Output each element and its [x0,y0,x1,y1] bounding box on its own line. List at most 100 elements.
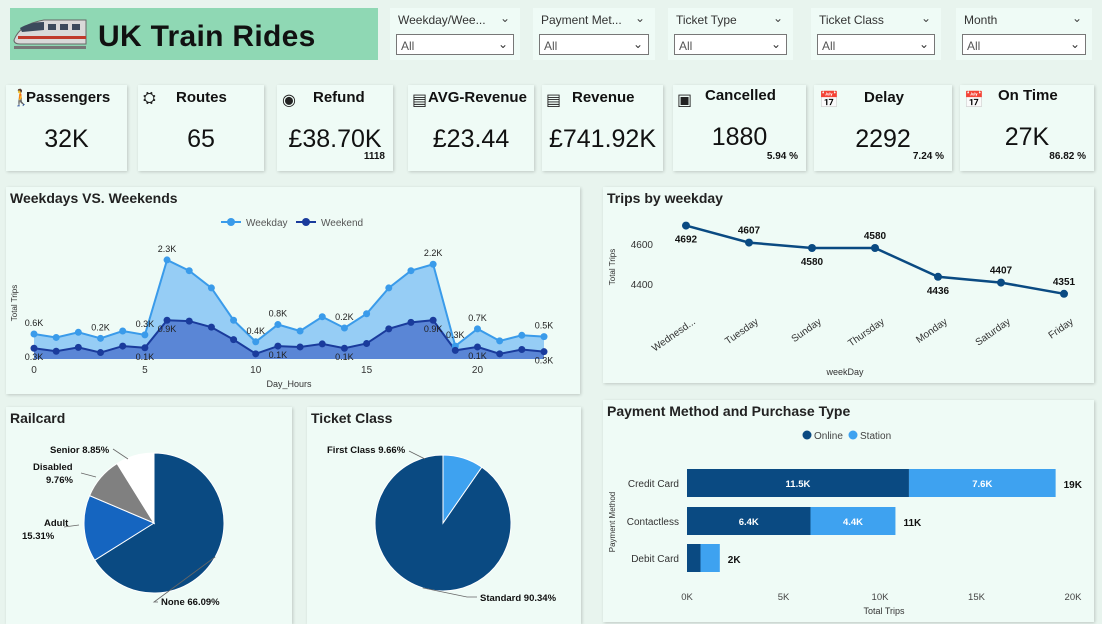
y-axis-title: Total Trips [10,285,19,321]
chevron-down-icon[interactable]: ⌄ [773,11,783,25]
dashboard-title: UK Train Rides [98,20,316,53]
data-label: 0.1K [468,351,487,361]
weekend-point [185,317,193,325]
weekday-point [385,284,393,292]
leader-line [80,472,97,478]
slicer-ticket-type[interactable]: Ticket Type ⌄ All ⌄ [668,8,793,60]
area-chart[interactable]: Weekday Weekend 0.6K 0.3K 0.2K 0.3K 0.1K 2.3K 0.… [6,187,580,394]
x-axis-title: Total Trips [863,606,905,616]
data-label: 0.9K [158,324,177,334]
weekday-point [473,325,481,333]
weekend-point [340,344,348,352]
slicer-dropdown[interactable]: All ⌄ [962,34,1086,55]
bar-station [700,544,720,572]
data-label: Senior 8.85% [50,445,110,456]
slicer-dropdown[interactable]: All ⌄ [817,34,935,55]
dropdown-arrow-icon: ⌄ [632,37,643,51]
ticket-class-pie-chart[interactable]: First Class 9.66% Standard 90.34% [307,407,581,624]
slicer-dropdown[interactable]: All ⌄ [539,34,649,55]
category-label: Contactless [627,517,679,528]
y-tick-label: 4400 [631,280,654,291]
weekday-point [207,284,215,292]
train-icon [13,19,87,49]
weekend-point [296,343,304,351]
x-tick-label: 10K [872,592,890,603]
trips-point [871,244,879,252]
weekday-point [185,267,193,275]
weekend-point [163,316,171,324]
chevron-down-icon[interactable]: ⌄ [635,11,645,25]
slicer-value: All [967,39,981,53]
kpi-label: Revenue [572,89,635,106]
slicer-dropdown[interactable]: All ⌄ [396,34,514,55]
weekend-point [252,350,260,358]
slicer-weekday-weekend[interactable]: Weekday/Wee... ⌄ All ⌄ [390,8,520,60]
data-label: 0.4K [246,326,265,336]
data-label: 4580 [801,257,824,268]
slicer-month[interactable]: Month ⌄ All ⌄ [956,8,1092,60]
kpi-avg-revenue: ▤ AVG-Revenue £23.44 [408,85,534,171]
x-axis-title: Day_Hours [266,379,312,389]
data-label: 0.3K [535,356,554,366]
dropdown-arrow-icon: ⌄ [770,37,781,51]
cancelled-icon: ▣ [677,92,693,109]
x-tick-label: Friday [1047,316,1076,341]
dropdown-arrow-icon: ⌄ [918,37,929,51]
weekend-point [363,339,371,347]
chevron-down-icon[interactable]: ⌄ [1072,11,1082,25]
data-label: First Class 9.66% [327,445,406,456]
x-tick-label: 20 [472,365,484,376]
kpi-value: £38.70K [288,125,382,153]
x-tick-label: Tuesday [723,316,760,347]
kpi-routes: ⛭ Routes 65 [138,85,264,171]
slicer-payment-method[interactable]: Payment Met... ⌄ All ⌄ [533,8,655,60]
data-label: 4.4K [843,517,863,528]
legend-station-label: Station [860,431,891,442]
slicer-label: Payment Met... [541,13,622,27]
weekday-point [296,327,304,335]
trips-point [997,278,1005,287]
y-axis-title: Total Trips [608,249,617,285]
revenue-icon: ▤ [546,92,562,109]
line-chart[interactable]: 4400 4600 Total Trips 4692 4607 4580 4580 4436 4… [603,187,1094,383]
data-label: Disabled [33,462,73,473]
routes-icon: ⛭ [143,90,156,107]
x-tick-label: Wednesd... [650,316,698,354]
x-tick-label: 5 [142,365,148,376]
weekday-weekend-chart-card: Weekdays VS. Weekends Weekday Weekend 0.6K… [6,187,580,394]
data-label: 0.7K [468,313,487,323]
trips-point [745,238,753,247]
kpi-value: 32K [44,125,89,153]
leader-line [408,450,426,460]
weekend-point [451,346,459,354]
weekend-point [52,347,60,355]
data-label: 0.2K [91,322,110,332]
data-label: 0.5K [535,321,554,331]
chevron-down-icon[interactable]: ⌄ [500,11,510,25]
slicer-dropdown[interactable]: All ⌄ [674,34,787,55]
data-label: 0.3K [446,330,465,340]
kpi-subvalue: 86.82 % [1049,151,1086,162]
data-label: 4607 [738,226,761,237]
data-label: 4692 [675,235,698,246]
slicer-value: All [679,39,693,53]
weekday-point [429,260,437,268]
railcard-pie-chart[interactable]: None 66.09% Adult 15.31% Disabled 9.76% Senio… [6,407,292,624]
weekend-point [97,349,105,357]
legend-station-marker [848,430,858,440]
title-banner: UK Train Rides [10,8,378,60]
slicer-ticket-class[interactable]: Ticket Class ⌄ All ⌄ [811,8,941,60]
weekday-point [407,267,415,275]
chevron-down-icon[interactable]: ⌄ [921,11,931,25]
weekday-point [163,256,171,264]
slicer-value: All [544,39,558,53]
legend-weekend-label: Weekend [321,218,363,229]
kpi-subvalue: 5.94 % [766,151,798,162]
stacked-bar-chart[interactable]: Online Station Credit Card 11.5K 7.6K 19K Cont… [603,400,1094,622]
weekend-point [74,343,82,351]
data-label: Adult [44,518,69,529]
data-label: 2.3K [158,244,177,254]
weekday-point [119,327,127,335]
data-label: 2.2K [424,248,443,258]
weekend-point [274,342,282,350]
